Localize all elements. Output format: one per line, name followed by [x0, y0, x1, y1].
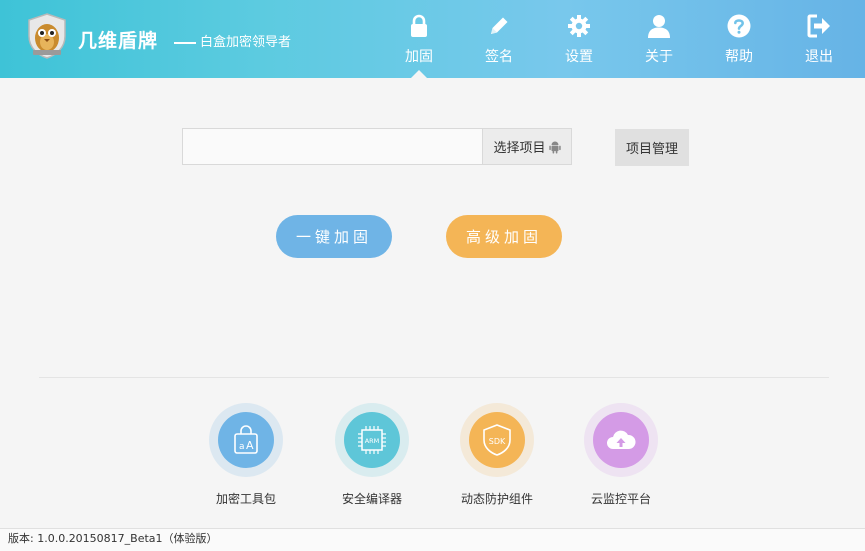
svg-text:ARM: ARM — [365, 437, 380, 445]
status-bar: 版本: 1.0.0.20150817_Beta1（体验版） — [0, 528, 865, 551]
tool-label: 安全编译器 — [341, 492, 402, 506]
one-click-reinforce-button[interactable]: 一键加固 — [276, 215, 392, 258]
tool-label: 动态防护组件 — [460, 492, 533, 506]
tool-ring: SDK — [460, 403, 534, 477]
nav-exit[interactable]: 退出 — [789, 0, 849, 78]
brand-slogan: 白盒加密领导者 — [174, 31, 291, 50]
sdk-shield-icon: SDK — [483, 424, 511, 456]
app-header: 几维盾牌 白盒加密领导者 加固 签名 设置 关于 帮助 退出 — [0, 0, 865, 78]
cloud-upload-icon — [607, 430, 636, 449]
tool-core: ARM — [344, 412, 400, 468]
user-icon — [648, 15, 670, 38]
nav-help[interactable]: 帮助 — [709, 0, 769, 78]
advanced-reinforce-button[interactable]: 高级加固 — [446, 215, 562, 258]
brand-name: 几维盾牌 — [78, 30, 159, 52]
tool-core: SDK — [469, 412, 525, 468]
version-text: 版本: 1.0.0.20150817_Beta1（体验版） — [8, 532, 218, 545]
arm-chip-icon: ARM — [358, 426, 386, 454]
gear-icon — [568, 15, 590, 37]
nav-label: 签名 — [485, 49, 513, 65]
tool-core — [593, 412, 649, 468]
nav-sign[interactable]: 签名 — [469, 0, 529, 78]
tool-ring — [584, 403, 658, 477]
svg-text:SDK: SDK — [489, 437, 506, 446]
select-project-label: 选择项目 — [493, 141, 546, 156]
nav-label: 退出 — [805, 49, 833, 65]
svg-text:a: a — [239, 442, 245, 452]
nav-reinforce[interactable]: 加固 — [389, 0, 449, 78]
section-divider — [39, 377, 829, 378]
nav-label: 关于 — [645, 49, 673, 65]
svg-text:A: A — [246, 439, 254, 452]
nav-settings[interactable]: 设置 — [549, 0, 609, 78]
android-icon — [548, 141, 561, 153]
tool-ring: a A — [209, 403, 283, 477]
nav-label: 帮助 — [725, 49, 753, 65]
tool-label: 云监控平台 — [590, 492, 651, 506]
lock-icon — [411, 14, 427, 37]
nav-label: 加固 — [405, 49, 433, 65]
kiwi-shield-logo — [28, 13, 66, 59]
nav-label: 设置 — [565, 49, 593, 65]
text-aa-icon: a A — [234, 425, 258, 454]
help-icon — [727, 14, 751, 38]
project-manage-button[interactable]: 项目管理 — [615, 129, 689, 166]
nav-about[interactable]: 关于 — [629, 0, 689, 78]
pencil-icon — [491, 17, 508, 34]
tool-ring: ARM — [335, 403, 409, 477]
tool-core: a A — [218, 412, 274, 468]
project-path-input[interactable] — [182, 128, 484, 165]
tool-label: 加密工具包 — [215, 492, 276, 506]
exit-icon — [807, 14, 830, 38]
select-project-button[interactable]: 选择项目 — [482, 128, 572, 165]
